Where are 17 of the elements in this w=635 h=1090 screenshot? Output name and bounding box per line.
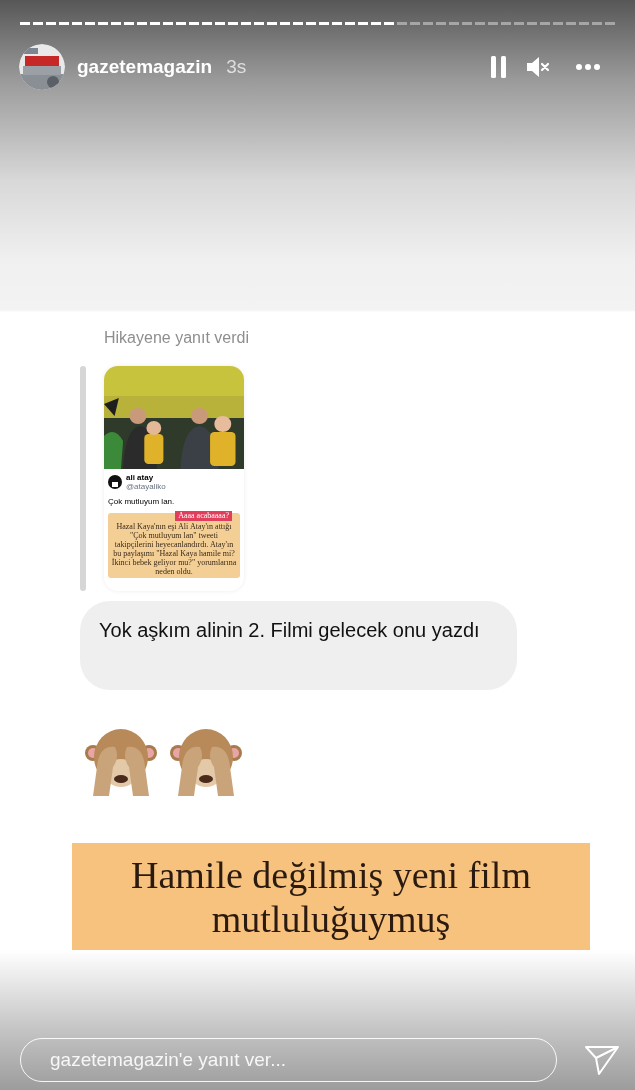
author-name: ali atay [126,473,155,482]
muted-speaker-icon[interactable] [526,55,550,79]
caption-text: Hazal Kaya'nın eşi Ali Atay'ın attığı "Çok mutluyum lan" tweeti takipçilerini heyecanlandırdı. Atay'ın bu paylaşımı "Hazal Kaya hamile mi? İkinci bebek geliyor mu?" yorumlarına neden oldu. [110,522,238,576]
post-time: 3s [226,54,247,79]
story-preview-card[interactable] [104,366,244,591]
pause-icon[interactable] [491,56,507,78]
caption-banner: Hamile değilmiş yeni film mutluluğuymuş [72,843,590,950]
avatar-icon [108,475,122,489]
message-bubble: Yok aşkım alinin 2. Filmi gelecek onu yazdı [80,601,517,690]
tweet-text: Çok mutluyum lan. [108,497,176,507]
send-icon[interactable] [584,1044,620,1076]
badge-label: Aaaa acabaaaa? [175,511,232,521]
more-icon[interactable] [576,64,600,70]
reply-label: Hikayene yanıt verdi [104,328,250,348]
username[interactable]: gazetemagazin [77,52,213,82]
reply-field[interactable]: gazetemagazin'e yanıt ver... [20,1038,557,1082]
author-handle: @atayaliko [126,482,166,491]
